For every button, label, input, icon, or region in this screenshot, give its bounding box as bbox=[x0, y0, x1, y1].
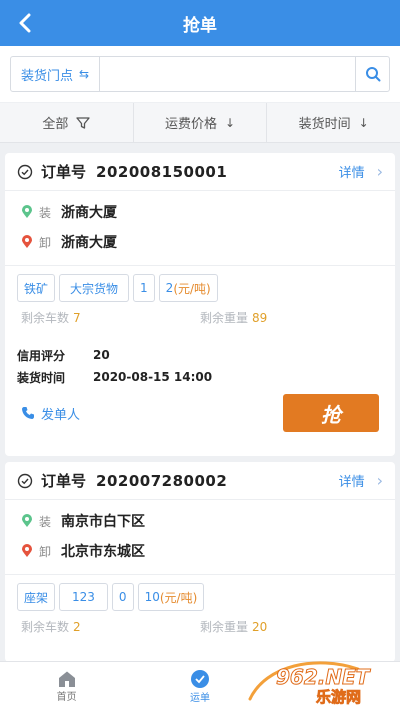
car-count-chip: 1 bbox=[133, 274, 155, 302]
remaining-weight: 89 bbox=[252, 310, 268, 325]
unload-tag: 卸 bbox=[39, 235, 52, 250]
cargo-category-chip: 大宗货物 bbox=[59, 274, 130, 302]
search-box: 装货门点 ⇆ bbox=[10, 56, 390, 92]
load-address: 装 南京市白下区 bbox=[5, 506, 395, 536]
car-count-chip: 0 bbox=[111, 583, 134, 611]
load-place: 浙商大厦 bbox=[61, 205, 118, 221]
load-pin-icon bbox=[22, 514, 32, 527]
price-chip: 10 (元/吨) bbox=[137, 583, 205, 611]
load-time-row: 装货时间 2020-08-15 14:00 bbox=[17, 370, 213, 385]
unload-pin-icon bbox=[22, 544, 32, 557]
store-filter-label: 装货门点 bbox=[21, 68, 74, 84]
search-bar: 装货门点 ⇆ bbox=[0, 46, 400, 102]
search-button[interactable] bbox=[355, 57, 389, 91]
unload-pin-icon bbox=[22, 235, 32, 248]
site-watermark: 962.NET 乐游网 bbox=[246, 659, 396, 707]
load-pin-icon bbox=[22, 205, 32, 218]
filter-price[interactable]: 运费价格 ↓ bbox=[134, 103, 268, 142]
chevron-right-icon: › bbox=[376, 162, 383, 181]
app-header: 抢单 bbox=[0, 0, 400, 46]
remaining-cars: 2 bbox=[73, 619, 81, 634]
order-card: 订单号 202007280002 详情 › 装 南京市白下区 卸 北京市东城区 … bbox=[5, 462, 395, 662]
load-time: 2020-08-15 14:00 bbox=[93, 370, 213, 384]
price-unit: (元/吨) bbox=[173, 281, 211, 296]
order-card: 订单号 202008150001 详情 › 装 浙商大厦 卸 浙商大厦 铁矿 大… bbox=[5, 153, 395, 456]
load-address: 装 浙商大厦 bbox=[5, 197, 395, 227]
order-number: 202007280002 bbox=[96, 471, 228, 490]
check-circle-icon bbox=[17, 473, 33, 488]
detail-link[interactable]: 详情 › bbox=[339, 162, 383, 181]
order-number-label: 订单号 bbox=[41, 472, 87, 490]
svg-text:962.NET: 962.NET bbox=[276, 665, 371, 689]
unload-place: 浙商大厦 bbox=[61, 235, 118, 251]
order-card-header: 订单号 202007280002 详情 › bbox=[5, 462, 395, 500]
price-chip: 2 (元/吨) bbox=[158, 274, 218, 302]
unload-tag: 卸 bbox=[39, 544, 52, 559]
filter-load-time-label: 装货时间 bbox=[298, 117, 351, 132]
detail-link[interactable]: 详情 › bbox=[339, 471, 383, 490]
order-actions: 发单人 抢 bbox=[5, 388, 395, 438]
sort-down-icon: ↓ bbox=[358, 115, 369, 130]
remaining-info: 剩余车数 2 剩余重量 20 bbox=[21, 619, 268, 634]
order-number: 202008150001 bbox=[96, 162, 228, 181]
search-input[interactable] bbox=[100, 57, 355, 91]
swap-icon: ⇆ bbox=[79, 67, 90, 81]
credit-row: 信用评分 20 bbox=[17, 348, 110, 363]
filter-bar: 全部 运费价格 ↓ 装货时间 ↓ bbox=[0, 103, 400, 143]
home-icon bbox=[58, 671, 75, 687]
remaining-weight: 20 bbox=[252, 619, 268, 634]
cargo-chips: 铁矿 大宗货物 1 2 (元/吨) bbox=[5, 265, 395, 302]
filter-load-time[interactable]: 装货时间 ↓ bbox=[267, 103, 400, 142]
order-number-label: 订单号 bbox=[41, 163, 87, 181]
grab-order-button[interactable]: 抢 bbox=[283, 394, 379, 432]
remaining-info: 剩余车数 7 剩余重量 89 bbox=[21, 310, 268, 325]
back-button[interactable] bbox=[10, 8, 40, 38]
unload-address: 卸 北京市东城区 bbox=[5, 536, 395, 566]
remaining-cars: 7 bbox=[73, 310, 81, 325]
order-card-header: 订单号 202008150001 详情 › bbox=[5, 153, 395, 191]
chevron-right-icon: › bbox=[376, 471, 383, 490]
cargo-type-chip: 座架 bbox=[17, 583, 56, 611]
detail-label: 详情 bbox=[338, 166, 365, 181]
cargo-chips: 座架 123 0 10 (元/吨) bbox=[5, 574, 395, 611]
contact-sender-link[interactable]: 发单人 bbox=[21, 404, 80, 423]
detail-label: 详情 bbox=[338, 475, 365, 490]
load-tag: 装 bbox=[39, 514, 52, 529]
waybill-icon bbox=[190, 670, 209, 688]
price-unit: (元/吨) bbox=[159, 590, 198, 605]
cargo-type-chip: 铁矿 bbox=[17, 274, 56, 302]
store-filter-button[interactable]: 装货门点 ⇆ bbox=[11, 57, 101, 91]
load-place: 南京市白下区 bbox=[61, 514, 146, 530]
filter-price-label: 运费价格 bbox=[164, 117, 217, 132]
load-tag: 装 bbox=[39, 205, 52, 220]
unload-address: 卸 浙商大厦 bbox=[5, 227, 395, 257]
sender-label: 发单人 bbox=[41, 407, 81, 423]
phone-icon bbox=[22, 407, 34, 419]
credit-score: 20 bbox=[93, 348, 110, 362]
svg-text:乐游网: 乐游网 bbox=[316, 688, 361, 706]
check-circle-icon bbox=[17, 164, 33, 179]
chevron-left-icon bbox=[19, 13, 31, 33]
page-title: 抢单 bbox=[183, 15, 217, 36]
cargo-category-chip: 123 bbox=[59, 583, 108, 611]
tab-home[interactable]: 首页 bbox=[0, 662, 133, 711]
sort-down-icon: ↓ bbox=[224, 115, 236, 130]
filter-all-label: 全部 bbox=[42, 117, 69, 132]
search-icon bbox=[365, 67, 380, 82]
funnel-icon bbox=[76, 116, 90, 129]
filter-all[interactable]: 全部 bbox=[0, 103, 134, 142]
unload-place: 北京市东城区 bbox=[61, 544, 146, 560]
